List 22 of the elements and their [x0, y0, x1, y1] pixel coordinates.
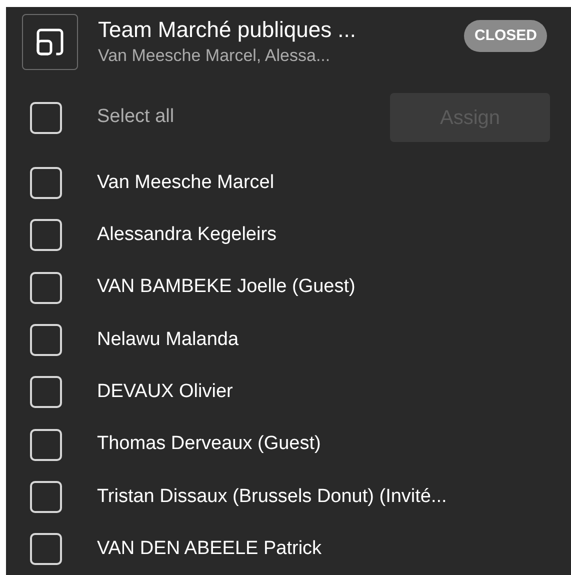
checkbox[interactable] [30, 533, 62, 566]
member-name: Nelawu Malanda [97, 328, 239, 352]
member-name: VAN DEN ABEELE Patrick [97, 536, 322, 561]
member-name: Thomas Derveaux (Guest) [97, 432, 321, 456]
checkbox[interactable] [30, 376, 62, 408]
member-name: VAN BAMBEKE Joelle (Guest) [97, 275, 356, 300]
member-name: DEVAUX Olivier [97, 380, 233, 404]
member-summary: Van Meesche Marcel, Alessa... [98, 45, 332, 67]
checkbox[interactable] [30, 324, 62, 356]
checkbox[interactable] [30, 219, 62, 252]
select-all-label: Select all [97, 105, 176, 130]
channel-icon [22, 14, 78, 70]
checkbox[interactable] [30, 272, 62, 304]
checkbox[interactable] [30, 167, 62, 200]
member-name: Van Meesche Marcel [97, 170, 274, 195]
member-name: Alessandra Kegeleirs [97, 223, 277, 248]
checkbox[interactable] [30, 102, 62, 134]
team-title: Team Marché publiques ... [98, 16, 358, 44]
member-name: Tristan Dissaux (Brussels Donut) (Invité... [97, 484, 447, 509]
checkbox[interactable] [30, 480, 62, 513]
checkbox[interactable] [30, 428, 62, 461]
status-badge: CLOSED [464, 20, 547, 52]
